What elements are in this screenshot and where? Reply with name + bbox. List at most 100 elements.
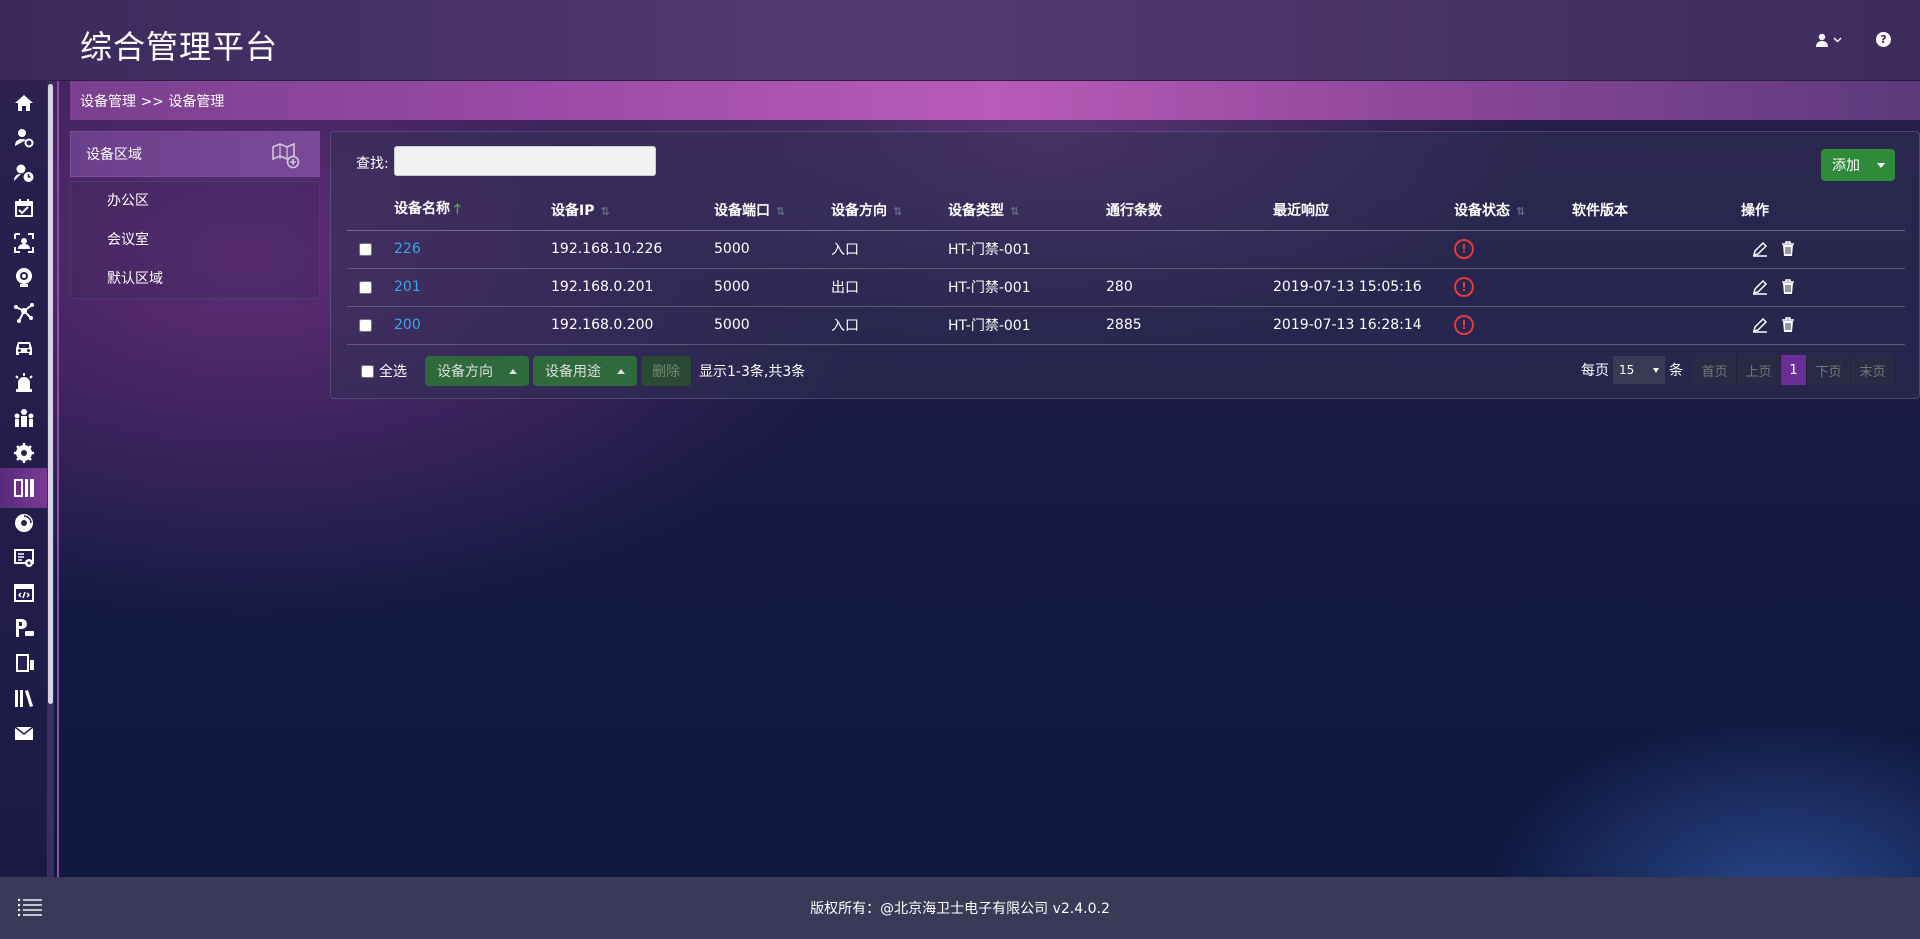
search-input[interactable] [394, 146, 656, 176]
caret-up-icon [617, 368, 625, 374]
software-version-cell [1572, 268, 1741, 307]
pass-count-cell [1106, 230, 1273, 269]
car-icon[interactable] [0, 328, 48, 368]
device-direction-dropdown[interactable]: 设备方向 [425, 356, 529, 386]
device-usage-label: 设备用途 [545, 364, 601, 380]
sidebar-divider [57, 81, 59, 877]
add-button[interactable]: 添加 [1821, 149, 1895, 181]
pagination: 每页 15 条 首页 上页 1 下页 末页 [1581, 355, 1895, 385]
sidebar-scrollbar-thumb[interactable] [48, 84, 53, 704]
calendar-icon[interactable] [0, 188, 48, 228]
edit-icon[interactable] [1751, 316, 1769, 334]
device-area-panel: 设备区域 办公区 会议室 默认区域 [70, 131, 320, 301]
device-name-link[interactable]: 200 [394, 317, 421, 333]
device-direction-label: 设备方向 [437, 364, 493, 380]
last-response-cell [1273, 230, 1454, 269]
table-row: 201 192.168.0.201 5000 出口 HT-门禁-001 280 … [347, 268, 1905, 307]
sort-icon: ⇅ [776, 204, 785, 218]
software-version-cell [1572, 230, 1741, 269]
footer: 版权所有：@北京海卫士电子有限公司 v2.4.0.2 [0, 877, 1920, 939]
pass-count-cell: 280 [1106, 268, 1273, 307]
header-device-port[interactable]: 设备端口 ⇅ [714, 190, 831, 231]
header-device-name[interactable]: 设备名称 🡑 [394, 190, 551, 231]
table-header-row: 设备名称 🡑 设备IP ⇅ 设备端口 ⇅ 设备方向 ⇅ 设备类型 ⇅ 通行条数 最近响应 … [347, 190, 1905, 231]
group-icon[interactable] [0, 398, 48, 438]
delete-trash-icon[interactable] [1779, 278, 1797, 296]
header-actions: 操作 [1741, 190, 1905, 231]
device-type-cell: HT-门禁-001 [948, 306, 1106, 345]
copyright-text: 版权所有：@北京海卫士电子有限公司 v2.4.0.2 [810, 901, 1110, 917]
add-button-label: 添加 [1832, 158, 1860, 174]
user-clock-icon[interactable] [0, 153, 48, 193]
table-row: 200 192.168.0.200 5000 入口 HT-门禁-001 2885… [347, 306, 1905, 345]
code-window-icon[interactable] [0, 573, 48, 613]
help-icon[interactable]: ? [1876, 32, 1891, 47]
bulk-delete-button[interactable]: 删除 [641, 356, 691, 386]
device-table: 设备名称 🡑 设备IP ⇅ 设备端口 ⇅ 设备方向 ⇅ 设备类型 ⇅ 通行条数 最近响应 … [347, 190, 1905, 345]
breadcrumb: 设备管理 >> 设备管理 [70, 81, 1920, 120]
caret-up-icon [509, 368, 517, 374]
add-area-map-icon[interactable] [271, 141, 301, 169]
user-settings-icon[interactable] [0, 118, 48, 158]
area-item-default[interactable]: 默认区域 [71, 266, 319, 305]
header-device-ip[interactable]: 设备IP ⇅ [551, 190, 714, 231]
device-usage-dropdown[interactable]: 设备用途 [533, 356, 637, 386]
offline-status-icon: ! [1454, 239, 1474, 259]
edit-icon[interactable] [1751, 240, 1769, 258]
device-ip-cell: 192.168.10.226 [551, 230, 714, 269]
delete-trash-icon[interactable] [1779, 240, 1797, 258]
area-item-meeting-room[interactable]: 会议室 [71, 227, 319, 266]
row-checkbox[interactable] [359, 280, 372, 294]
table-row: 226 192.168.10.226 5000 入口 HT-门禁-001 ! [347, 230, 1905, 269]
delete-trash-icon[interactable] [1779, 316, 1797, 334]
per-page-label: 每页 [1581, 363, 1609, 379]
mail-icon[interactable] [0, 713, 48, 753]
bulk-action-bar: 全选 设备方向 设备用途 删除 显示1-3条,共3条 [361, 356, 805, 386]
last-response-cell: 2019-07-13 15:05:16 [1273, 268, 1454, 307]
first-page-button[interactable]: 首页 [1693, 355, 1737, 385]
device-direction-cell: 入口 [831, 230, 948, 269]
camera-icon[interactable] [0, 258, 48, 298]
edit-icon[interactable] [1751, 278, 1769, 296]
server-settings-icon[interactable] [0, 538, 48, 578]
header-device-status[interactable]: 设备状态 ⇅ [1454, 190, 1572, 231]
header-pass-count: 通行条数 [1106, 190, 1273, 231]
header-device-type[interactable]: 设备类型 ⇅ [948, 190, 1106, 231]
user-menu[interactable] [1815, 29, 1851, 51]
next-page-button[interactable]: 下页 [1807, 355, 1851, 385]
disc-icon[interactable] [0, 503, 48, 543]
parking-icon[interactable] [0, 608, 48, 648]
device-ip-cell: 192.168.0.200 [551, 306, 714, 345]
menu-list-icon[interactable] [16, 894, 44, 922]
books-icon[interactable] [0, 678, 48, 718]
row-checkbox[interactable] [359, 318, 372, 332]
device-name-link[interactable]: 226 [394, 241, 421, 257]
prev-page-button[interactable]: 上页 [1737, 355, 1781, 385]
icon-sidebar [0, 81, 48, 877]
area-item-office[interactable]: 办公区 [71, 188, 319, 227]
network-icon[interactable] [0, 293, 48, 333]
per-page-select[interactable]: 15 [1613, 356, 1665, 384]
header-device-direction[interactable]: 设备方向 ⇅ [831, 190, 948, 231]
select-all[interactable]: 全选 [361, 361, 407, 381]
page-button-current[interactable]: 1 [1781, 355, 1807, 385]
settings-gear-icon[interactable] [0, 433, 48, 473]
per-page-value: 15 [1619, 363, 1635, 377]
select-all-checkbox[interactable] [361, 364, 374, 378]
last-page-button[interactable]: 末页 [1851, 355, 1895, 385]
home-icon[interactable] [0, 83, 48, 123]
device-direction-cell: 入口 [831, 306, 948, 345]
top-header: 综合管理平台 ? [0, 0, 1920, 81]
sort-icon: ⇅ [1010, 204, 1019, 218]
door-access-icon[interactable] [0, 468, 48, 508]
row-checkbox[interactable] [359, 242, 372, 256]
device-ip-cell: 192.168.0.201 [551, 268, 714, 307]
alarm-icon[interactable] [0, 363, 48, 403]
device-name-link[interactable]: 201 [394, 279, 421, 295]
door-icon[interactable] [0, 643, 48, 683]
device-port-cell: 5000 [714, 268, 831, 307]
header-checkbox-col [347, 190, 394, 231]
id-card-icon[interactable] [0, 223, 48, 263]
header-last-response: 最近响应 [1273, 190, 1454, 231]
device-table-panel: 查找: 添加 设备名称 🡑 设备IP ⇅ 设备端口 ⇅ 设备方向 ⇅ 设备类型 ⇅ 通行条… [330, 131, 1920, 399]
